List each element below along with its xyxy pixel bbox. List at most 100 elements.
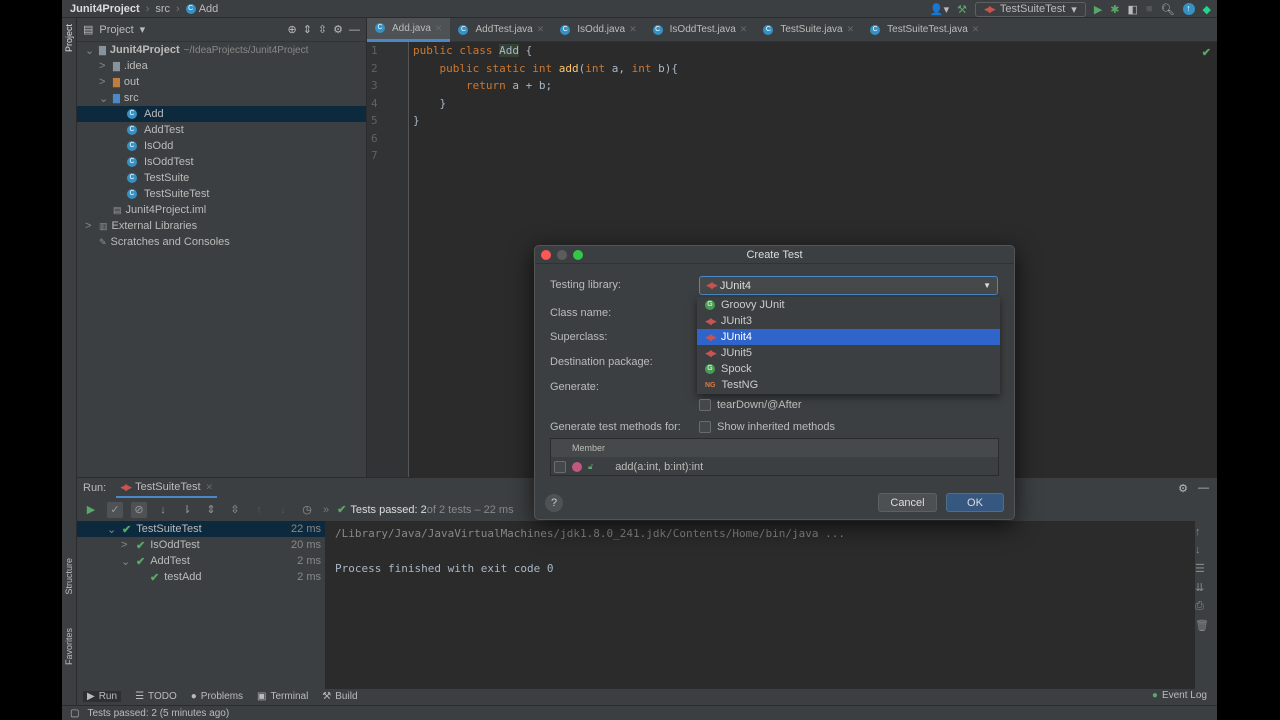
help-button[interactable]: ?: [545, 494, 563, 512]
favorites-tool-tab[interactable]: Favorites: [64, 628, 74, 665]
locate-icon[interactable]: ⊕: [287, 23, 296, 36]
tree-item[interactable]: C IsOdd: [77, 138, 366, 154]
tree-item[interactable]: ✎ Scratches and Consoles: [77, 234, 366, 250]
expand-arrow-icon[interactable]: >: [121, 539, 131, 551]
user-icon[interactable]: 👤▾: [930, 3, 949, 16]
prev-icon[interactable]: ↑: [251, 502, 267, 518]
test-result-item[interactable]: ⌄ ✔ AddTest 2 ms: [77, 553, 325, 569]
testing-library-option[interactable]: NG TestNG: [697, 377, 1000, 393]
close-icon[interactable]: ✕: [972, 24, 980, 35]
expand-arrow-icon[interactable]: >: [99, 60, 109, 72]
next-icon[interactable]: ↓: [275, 502, 291, 518]
run-tab[interactable]: ◀▶ TestSuiteTest ✕: [116, 478, 218, 498]
breadcrumb-project[interactable]: Junit4Project: [70, 3, 140, 15]
coverage-icon[interactable]: ◧: [1128, 3, 1138, 16]
build-hammer-icon[interactable]: ⚒: [957, 3, 967, 16]
up-icon[interactable]: ↑: [1195, 526, 1209, 538]
expand-arrow-icon[interactable]: ⌄: [85, 44, 95, 57]
show-ignored-icon[interactable]: ⊘: [131, 501, 147, 518]
project-tool-tab[interactable]: Project: [64, 24, 74, 52]
testing-library-option[interactable]: G Spock: [697, 361, 1000, 377]
expand-arrow-icon[interactable]: ⌄: [107, 523, 117, 536]
toolbox-icon[interactable]: ◆: [1203, 3, 1211, 16]
gear-icon[interactable]: ⚙: [333, 23, 343, 36]
search-icon[interactable]: 🔍︎: [1161, 3, 1175, 16]
run-config-select[interactable]: ◀▶ TestSuiteTest ▾: [975, 1, 1086, 17]
close-icon[interactable]: ✕: [847, 24, 855, 35]
history-icon[interactable]: ◷: [299, 502, 315, 518]
expand-arrow-icon[interactable]: ⌄: [99, 92, 109, 105]
testing-library-option[interactable]: ◀▶ JUnit3: [697, 313, 1000, 329]
tree-item[interactable]: C TestSuiteTest: [77, 186, 366, 202]
editor-tab[interactable]: C Add.java ✕: [367, 17, 451, 42]
teardown-checkbox[interactable]: tearDown/@After: [699, 399, 802, 411]
status-toggle-icon[interactable]: ▢: [70, 708, 79, 719]
member-column-header[interactable]: Member: [572, 443, 605, 453]
show-passed-icon[interactable]: ✓: [107, 501, 123, 518]
close-icon[interactable]: ✕: [629, 24, 637, 35]
cancel-button[interactable]: Cancel: [878, 493, 937, 512]
testing-library-option[interactable]: G Groovy JUnit: [697, 297, 1000, 313]
code-area[interactable]: public class Add { public static int add…: [413, 42, 678, 165]
testing-library-option[interactable]: ◀▶ JUnit5: [697, 345, 1000, 361]
project-view-select[interactable]: Project: [99, 24, 133, 36]
sort-duration-icon[interactable]: ⇂: [179, 502, 195, 518]
bottom-tab-terminal[interactable]: ▣ Terminal: [257, 691, 308, 702]
close-icon[interactable]: ✕: [537, 24, 545, 35]
breadcrumb-file[interactable]: Add: [199, 3, 219, 15]
editor-tab[interactable]: C TestSuiteTest.java ✕: [862, 18, 987, 42]
test-result-item[interactable]: ✔ testAdd 2 ms: [77, 569, 325, 585]
ok-button[interactable]: OK: [946, 493, 1004, 512]
editor-tab[interactable]: C TestSuite.java ✕: [755, 18, 862, 42]
editor-tab[interactable]: C IsOddTest.java ✕: [645, 18, 756, 42]
editor-tab[interactable]: C AddTest.java ✕: [450, 18, 552, 42]
testing-library-option[interactable]: ◀▶ JUnit4: [697, 329, 1000, 345]
rerun-icon[interactable]: ▶: [83, 502, 99, 518]
close-icon[interactable]: ✕: [435, 23, 443, 34]
editor-tab[interactable]: C IsOdd.java ✕: [552, 18, 644, 42]
close-icon[interactable]: ✕: [740, 24, 748, 35]
down-icon[interactable]: ↓: [1195, 544, 1209, 556]
tree-item[interactable]: > ▥ External Libraries: [77, 218, 366, 234]
close-window-button[interactable]: [541, 250, 551, 260]
member-checkbox[interactable]: [554, 460, 566, 473]
collapse-all-icon[interactable]: ⇳: [318, 23, 327, 36]
tree-item[interactable]: C TestSuite: [77, 170, 366, 186]
bottom-tab-run[interactable]: ▶ Run: [83, 691, 122, 702]
tree-item[interactable]: ⌄ ▇ Junit4Project ~/IdeaProjects/Junit4Proj…: [77, 42, 366, 58]
bottom-tab-build[interactable]: ⚒ Build: [322, 691, 357, 702]
sort-alpha-icon[interactable]: ↓: [155, 502, 171, 518]
tree-item[interactable]: > ▇ .idea: [77, 58, 366, 74]
update-icon[interactable]: ↑: [1182, 3, 1195, 15]
member-row[interactable]: 🔓︎ add(a:int, b:int):int: [551, 457, 998, 476]
event-log-button[interactable]: ● Event Log: [1152, 690, 1207, 701]
gear-icon[interactable]: ⚙: [1178, 482, 1188, 495]
bottom-tab-todo[interactable]: ☰ TODO: [135, 691, 177, 702]
minimize-window-button[interactable]: [557, 250, 567, 260]
console-output[interactable]: /Library/Java/JavaVirtualMachines/jdk1.8…: [325, 521, 1195, 689]
soft-wrap-icon[interactable]: ☰: [1195, 562, 1209, 575]
tree-item[interactable]: C IsOddTest: [77, 154, 366, 170]
bottom-tab-problems[interactable]: ● Problems: [191, 691, 243, 702]
expand-arrow-icon[interactable]: >: [99, 76, 109, 88]
tree-item[interactable]: C AddTest: [77, 122, 366, 138]
show-inherited-checkbox[interactable]: Show inherited methods: [699, 421, 835, 433]
tree-item[interactable]: ⌄ ▇ src: [77, 90, 366, 106]
trash-icon[interactable]: 🗑︎: [1195, 619, 1209, 632]
expand-all-icon[interactable]: ⇕: [303, 23, 312, 36]
test-result-item[interactable]: ⌄ ✔ TestSuiteTest 22 ms: [77, 521, 325, 537]
tree-item[interactable]: > ▇ out: [77, 74, 366, 90]
structure-tool-tab[interactable]: Structure: [64, 558, 74, 595]
run-icon[interactable]: ▶: [1094, 3, 1102, 16]
breadcrumb-src[interactable]: src: [155, 3, 170, 15]
zoom-window-button[interactable]: [573, 250, 583, 260]
hide-icon[interactable]: —: [1198, 482, 1209, 494]
print-icon[interactable]: ⎙: [1195, 600, 1209, 613]
expand-arrow-icon[interactable]: >: [85, 220, 95, 232]
debug-icon[interactable]: ✱: [1110, 3, 1119, 16]
expand-arrow-icon[interactable]: ⌄: [121, 555, 131, 568]
testing-library-select[interactable]: ◀▶ JUnit4 ▼: [699, 276, 998, 295]
tree-item[interactable]: ▤ Junit4Project.iml: [77, 202, 366, 218]
collapse-all-icon[interactable]: ⇳: [227, 502, 243, 518]
scroll-end-icon[interactable]: ⇊: [1195, 581, 1209, 594]
